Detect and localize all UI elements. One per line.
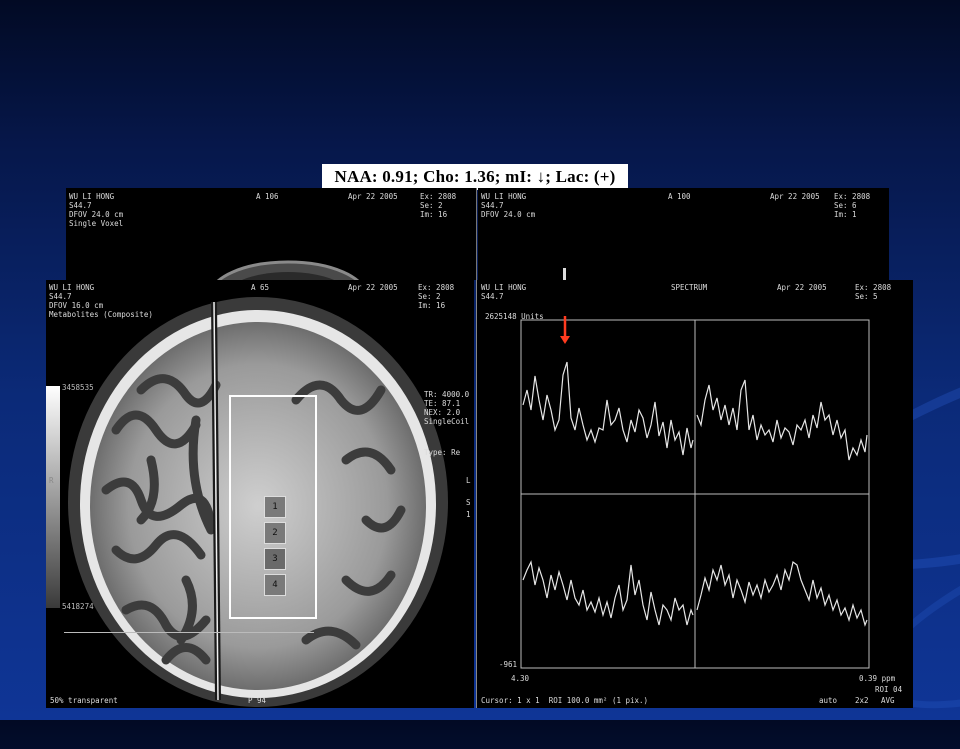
voxel-box-3[interactable]: 3 xyxy=(264,548,286,570)
voxel-box-1[interactable]: 1 xyxy=(264,496,286,518)
date-label: Apr 22 2005 xyxy=(348,283,398,292)
orientation-l: L xyxy=(466,476,471,485)
te-label: TE: 87.1 xyxy=(424,399,461,408)
orientation-1: 1 xyxy=(466,510,471,519)
series-label: Se: 2 xyxy=(418,292,441,301)
metabolite-caption: NAA: 0.91; Cho: 1.36; mI: ↓; Lac: (+) xyxy=(322,164,628,190)
scale-bottom-label: 5418274 xyxy=(62,602,94,611)
axial-brain-mri-panel: WU LI HONG S44.7 DFOV 16.0 cm Metabolite… xyxy=(46,280,474,708)
nex-label: NEX: 2.0 xyxy=(424,408,461,417)
type-label: Type: Re xyxy=(424,448,461,457)
exam-label: Ex: 2808 xyxy=(418,283,455,292)
header-line: S44.7 xyxy=(49,292,72,301)
brain-mri-image xyxy=(46,297,448,707)
scale-top-label: 3458535 xyxy=(62,383,94,392)
spectrum-panel: WU LI HONG S44.7 SPECTRUM Apr 22 2005 Ex… xyxy=(476,280,913,708)
tr-label: TR: 4000.0 xyxy=(424,390,470,399)
image-label: Im: 16 xyxy=(418,301,446,310)
spectrum-plot xyxy=(520,316,870,669)
back-left-mri-panel: WU LI HONG S44.7 DFOV 24.0 cm Single Vox… xyxy=(66,188,477,280)
coil-label: SingleCoil xyxy=(424,417,470,426)
voxel-box-4[interactable]: 4 xyxy=(264,574,286,596)
skull-top-outline xyxy=(216,260,360,280)
small-marker-icon xyxy=(563,268,566,280)
back-right-mri-panel: WU LI HONG S44.7 DFOV 24.0 cm A 100 Apr … xyxy=(478,188,889,280)
slice-label: A 65 xyxy=(251,283,270,292)
scale-mid-label: R xyxy=(49,476,54,485)
mode-label: Metabolites (Composite) xyxy=(49,310,153,319)
posterior-label: P 94 xyxy=(248,696,267,705)
voxel-list: 1 2 3 4 xyxy=(264,496,286,600)
patient-name: WU LI HONG xyxy=(49,283,95,292)
dfov-label: DFOV 16.0 cm xyxy=(49,301,104,310)
transparency-label: 50% transparent xyxy=(50,696,118,705)
voxel-box-2[interactable]: 2 xyxy=(264,522,286,544)
orientation-s: S xyxy=(466,498,471,507)
